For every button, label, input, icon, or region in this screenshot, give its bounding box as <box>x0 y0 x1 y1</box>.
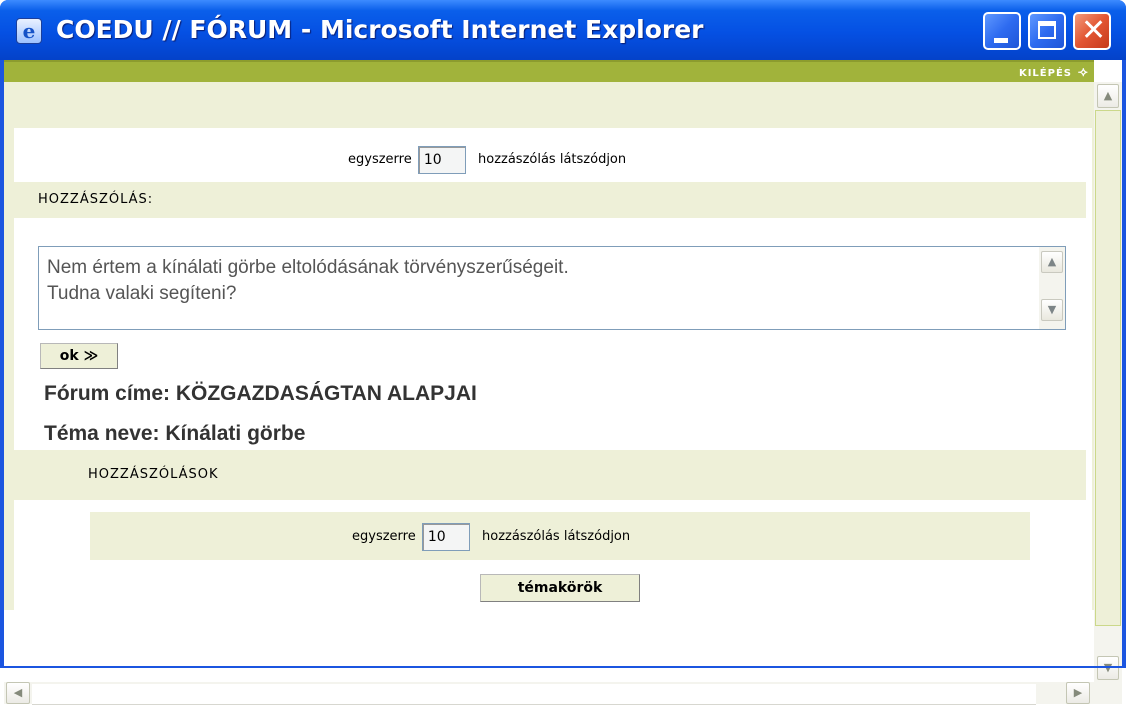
posts-per-page-input-bottom[interactable]: 10 <box>421 523 470 551</box>
posts-per-page-prefix: egyszerre <box>352 529 416 544</box>
ok-submit-button[interactable]: ok ≫ <box>40 343 118 369</box>
vertical-scrollbar[interactable]: ▲ ▼ <box>1094 82 1122 682</box>
posts-per-page-suffix: hozzászólás látszódjon <box>482 529 631 544</box>
posts-per-page-row-bottom: egyszerre 10 hozzászólás látszódjon <box>352 523 630 552</box>
posts-per-page-input-top[interactable]: 10 <box>417 146 466 174</box>
comment-section-header: HOZZÁSZÓLÁS: <box>14 182 1086 218</box>
topic-name: Téma neve: Kínálati görbe <box>44 422 306 445</box>
title-bar[interactable]: e COEDU // FÓRUM - Microsoft Internet Ex… <box>0 0 1126 60</box>
comment-text: Nem értem a kínálati görbe eltolódásának… <box>47 257 569 304</box>
window-title: COEDU // FÓRUM - Microsoft Internet Expl… <box>56 15 704 44</box>
close-button[interactable]: ✕ <box>1073 12 1111 50</box>
textarea-scrollbar[interactable]: ▲ ▼ <box>1039 247 1065 329</box>
maximize-icon <box>1038 21 1056 39</box>
scroll-right-icon[interactable]: ▶ <box>1066 682 1090 704</box>
comment-textarea[interactable]: Nem értem a kínálati görbe eltolódásának… <box>38 246 1066 330</box>
scroll-up-icon[interactable]: ▲ <box>1097 84 1119 108</box>
horizontal-scroll-track[interactable] <box>32 684 1036 705</box>
logout-icon[interactable]: ⟢ <box>1078 66 1092 80</box>
close-icon: ✕ <box>1081 13 1107 48</box>
logout-link[interactable]: KILÉPÉS <box>1019 68 1072 80</box>
posts-per-page-suffix: hozzászólás látszódjon <box>478 152 627 167</box>
horizontal-scrollbar[interactable]: ◀ ▶ <box>4 682 1122 705</box>
internet-explorer-icon: e <box>16 18 42 44</box>
posts-per-page-row-top: egyszerre 10 hozzászólás látszódjon <box>348 146 626 175</box>
minimize-icon <box>994 38 1008 43</box>
browser-content: KILÉPÉS ⟢ egyszerre 10 hozzászólás látsz… <box>4 60 1122 705</box>
comments-section-header: HOZZÁSZÓLÁSOK <box>14 450 1086 500</box>
scroll-down-icon[interactable]: ▼ <box>1097 656 1119 680</box>
minimize-button[interactable] <box>983 12 1021 50</box>
forum-title: Fórum címe: KÖZGAZDASÁGTAN ALAPJAI <box>44 382 477 405</box>
maximize-button[interactable] <box>1028 12 1066 50</box>
topics-button[interactable]: témakörök <box>480 574 640 602</box>
scroll-left-icon[interactable]: ◀ <box>6 682 30 704</box>
posts-per-page-prefix: egyszerre <box>348 152 412 167</box>
scroll-thumb[interactable] <box>1095 110 1121 626</box>
browser-window: e COEDU // FÓRUM - Microsoft Internet Ex… <box>0 0 1126 705</box>
header-band: KILÉPÉS ⟢ <box>4 60 1094 82</box>
textarea-scroll-up-icon[interactable]: ▲ <box>1041 251 1063 273</box>
textarea-scroll-down-icon[interactable]: ▼ <box>1041 299 1063 321</box>
